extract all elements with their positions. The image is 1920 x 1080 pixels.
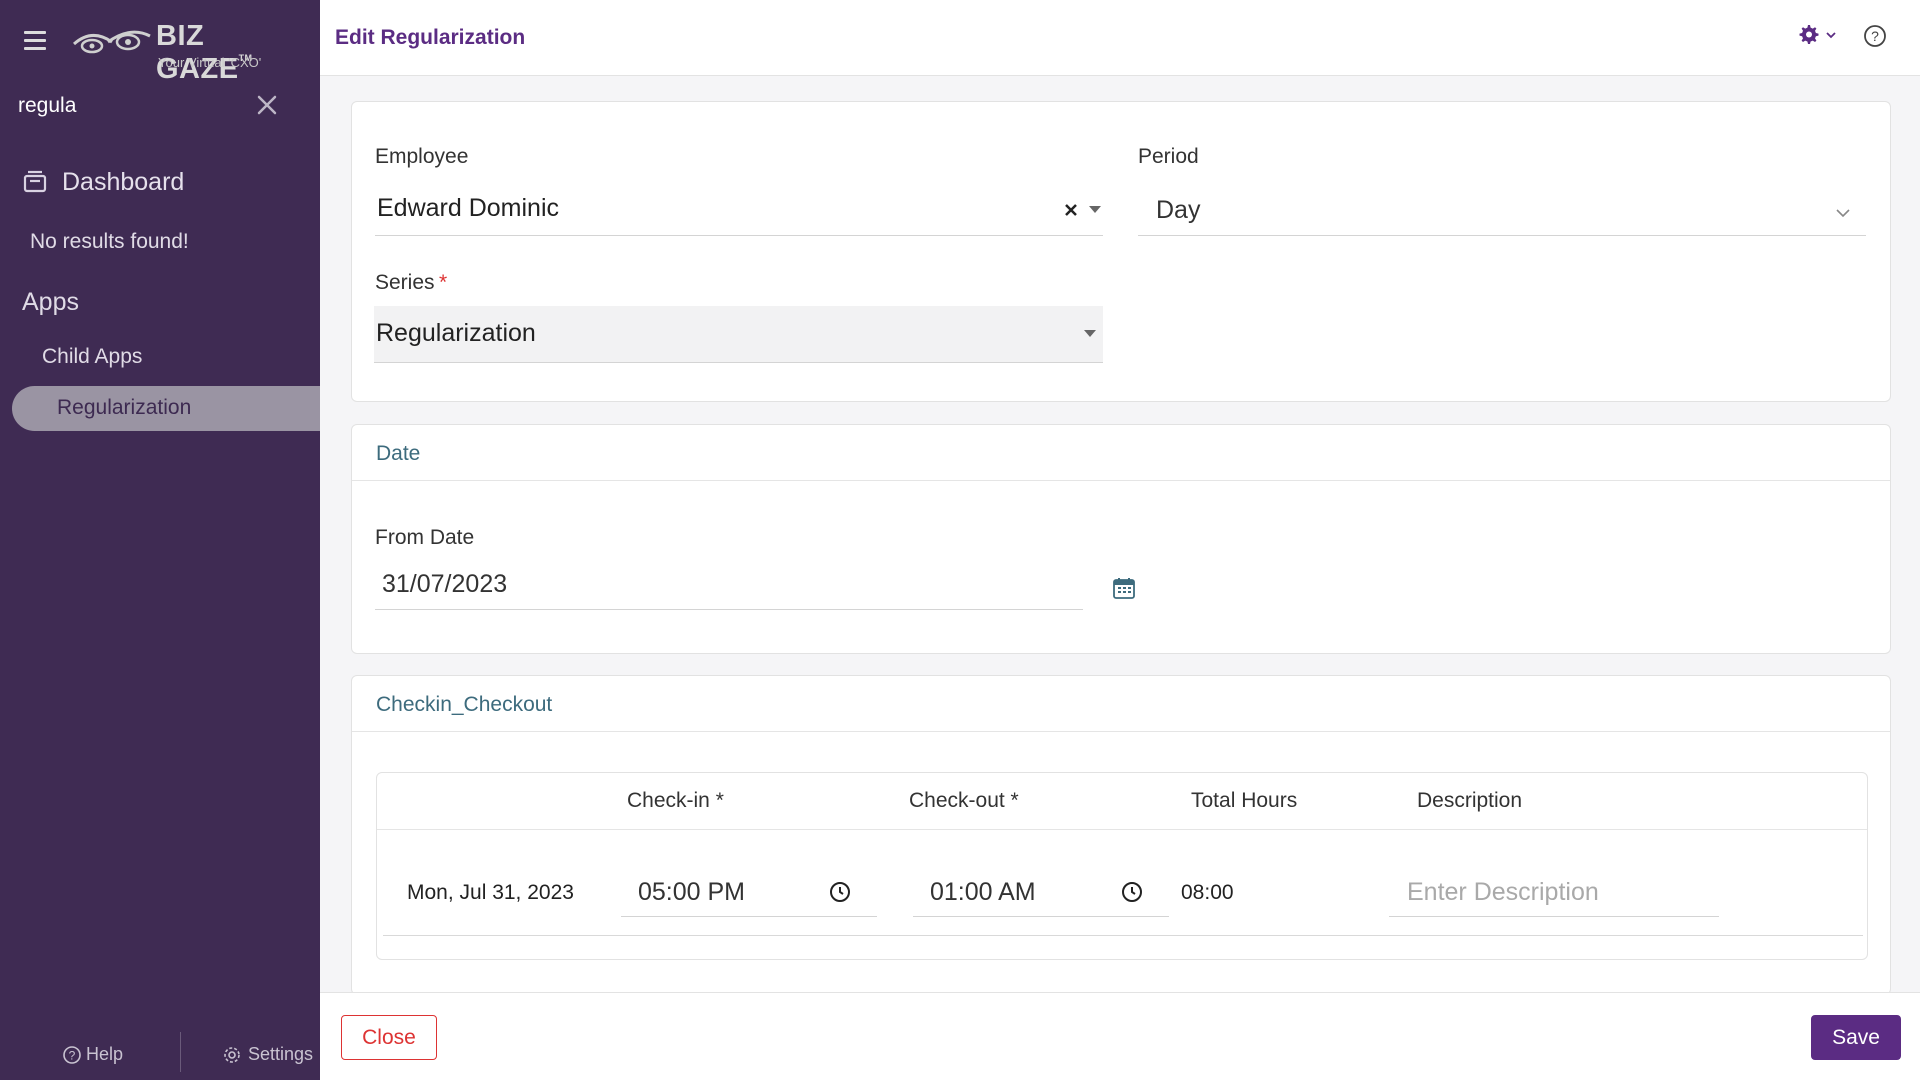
clear-selection-icon[interactable] (1063, 202, 1079, 218)
settings-link[interactable]: Settings (222, 1044, 313, 1065)
no-results-message: No results found! (30, 230, 189, 253)
gear-icon (224, 1046, 240, 1063)
checkin-table: Check-in * Check-out * Total Hours Descr… (376, 772, 1868, 960)
close-button[interactable]: Close (341, 1015, 437, 1060)
employee-select[interactable]: Edward Dominic (375, 186, 1103, 236)
save-button[interactable]: Save (1811, 1015, 1901, 1060)
svg-text:?: ? (1871, 28, 1879, 44)
sidebar-item-label: Regularization (57, 396, 192, 419)
app-logo[interactable]: BIZ GAZETM Your Virtual 'CXO' (72, 16, 292, 85)
checkin-time-value: 05:00 PM (638, 878, 746, 906)
svg-text:?: ? (69, 1048, 76, 1062)
section-title: Date (376, 442, 421, 465)
sidebar-item-regularization[interactable]: Regularization (12, 386, 320, 431)
from-date-label: From Date (375, 526, 475, 549)
chevron-down-icon (1836, 209, 1850, 218)
total-hours-value: 08:00 (1181, 881, 1234, 904)
calendar-icon[interactable] (1113, 577, 1135, 599)
employee-value: Edward Dominic (377, 194, 560, 222)
settings-label: Settings (248, 1044, 314, 1064)
table-header-divider (377, 829, 1867, 830)
sidebar: BIZ GAZETM Your Virtual 'CXO' Dashboard … (0, 0, 320, 1080)
sidebar-header: BIZ GAZETM Your Virtual 'CXO' (0, 0, 320, 85)
checkin-section-header: Checkin_Checkout (352, 676, 1890, 732)
dropdown-caret-icon[interactable] (1089, 206, 1101, 214)
date-card: Date From Date 31/07/2023 (351, 424, 1891, 654)
sidebar-item-dashboard[interactable]: Dashboard (22, 164, 184, 200)
dropdown-caret-icon (1084, 330, 1096, 337)
sidebar-footer: ? Help Settings (0, 1032, 320, 1076)
page-header: Edit Regularization ? (320, 0, 1920, 76)
gear-icon (1799, 25, 1819, 44)
page-help-icon[interactable]: ? (1863, 24, 1887, 53)
checkin-checkout-card: Checkin_Checkout Check-in * Check-out * … (351, 675, 1891, 995)
logo-tagline: Your Virtual 'CXO' (158, 55, 262, 70)
series-select[interactable]: Regularization (374, 306, 1103, 363)
sidebar-search-input[interactable] (18, 88, 238, 124)
details-card: Employee Edward Dominic Period Day Serie… (351, 101, 1891, 402)
checkin-time-input[interactable]: 05:00 PM (621, 863, 877, 917)
clear-search-icon[interactable] (254, 92, 280, 118)
logo-eyes-icon (73, 30, 151, 54)
dashboard-icon (23, 170, 47, 193)
column-header-total-hours: Total Hours (1191, 789, 1298, 812)
checkout-time-value: 01:00 AM (930, 878, 1036, 906)
row-date: Mon, Jul 31, 2023 (407, 881, 574, 904)
main-content: Edit Regularization ? Employee Edward Do… (320, 0, 1920, 1080)
help-icon: ? (63, 1045, 81, 1064)
clock-icon[interactable] (829, 881, 851, 903)
series-label: Series * (375, 271, 448, 294)
row-divider (383, 935, 1863, 936)
employee-label: Employee (375, 145, 469, 168)
section-title: Checkin_Checkout (376, 693, 553, 716)
required-mark: * (438, 271, 448, 294)
page-settings-dropdown[interactable] (1798, 24, 1838, 46)
description-placeholder: Enter Description (1407, 878, 1599, 906)
form-footer: Close Save (320, 992, 1920, 1080)
apps-heading: Apps (22, 288, 79, 316)
column-header-description: Description (1417, 789, 1523, 812)
chevron-down-icon (1826, 32, 1836, 39)
period-label: Period (1138, 145, 1199, 168)
from-date-value: 31/07/2023 (382, 570, 508, 598)
help-link[interactable]: ? Help (62, 1044, 123, 1065)
column-header-checkin: Check-in * (627, 789, 724, 812)
period-value: Day (1156, 196, 1201, 224)
page-title: Edit Regularization (335, 26, 526, 49)
clock-icon[interactable] (1121, 881, 1143, 903)
checkout-time-input[interactable]: 01:00 AM (913, 863, 1169, 917)
logo-brand-text: BIZ GAZETM (156, 20, 253, 85)
sidebar-search (18, 88, 280, 124)
help-label: Help (86, 1044, 124, 1064)
description-input[interactable]: Enter Description (1389, 863, 1719, 917)
sidebar-item-child-apps[interactable]: Child Apps (42, 345, 142, 369)
column-header-checkout: Check-out * (909, 789, 1019, 812)
from-date-input[interactable]: 31/07/2023 (375, 560, 1083, 610)
footer-divider (180, 1032, 181, 1072)
date-section-header: Date (352, 425, 1890, 481)
sidebar-item-label: Dashboard (62, 167, 185, 196)
period-select[interactable]: Day (1138, 186, 1866, 236)
hamburger-menu-icon[interactable] (24, 31, 46, 51)
series-value: Regularization (376, 319, 536, 347)
